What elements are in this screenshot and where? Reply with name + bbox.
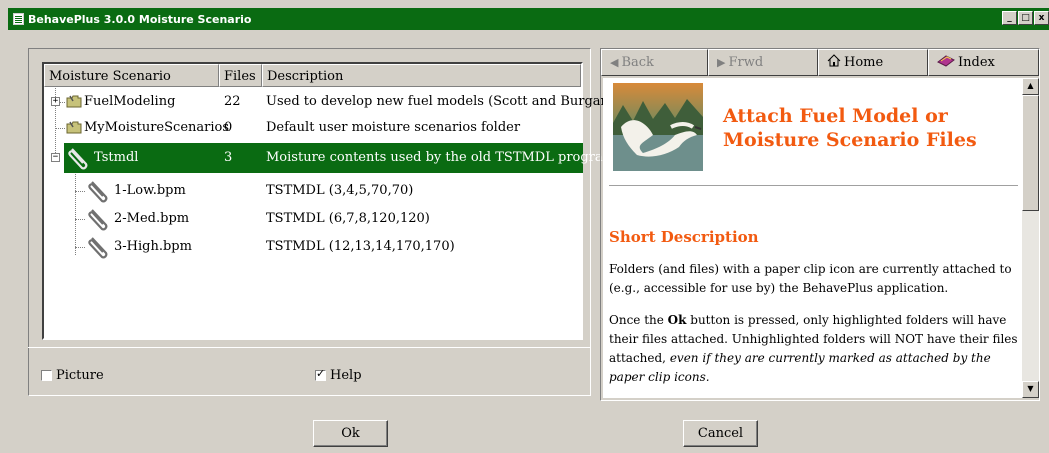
tree-row-file[interactable]: 1-Low.bpm TSTMDL (3,4,5,70,70) xyxy=(44,177,581,205)
home-icon xyxy=(827,54,841,71)
maximize-button[interactable]: □ xyxy=(1018,11,1033,25)
help-content[interactable]: Attach Fuel Model or Moisture Scenario F… xyxy=(603,78,1022,398)
help-section-heading: Short Description xyxy=(609,228,759,246)
home-label: Home xyxy=(844,55,884,70)
column-header-scenario[interactable]: Moisture Scenario xyxy=(44,64,219,87)
picture-checkbox[interactable] xyxy=(41,370,52,381)
column-header-description[interactable]: Description xyxy=(262,64,581,87)
scenario-description: Moisture contents used by the old TSTMDL… xyxy=(266,150,620,165)
back-label: Back xyxy=(621,55,654,70)
picture-label: Picture xyxy=(56,368,104,383)
paper-clip-icon xyxy=(86,234,112,260)
help-paragraph-1: Folders (and files) with a paper clip ic… xyxy=(609,262,1012,295)
scenario-description: Used to develop new fuel models (Scott a… xyxy=(266,94,614,109)
folder-clip-icon xyxy=(66,95,82,108)
close-button[interactable]: x xyxy=(1034,11,1049,25)
column-header-files[interactable]: Files xyxy=(219,64,262,87)
file-description: TSTMDL (6,7,8,120,120) xyxy=(266,211,430,226)
help-title: Attach Fuel Model or Moisture Scenario F… xyxy=(723,105,977,151)
window-title: BehavePlus 3.0.0 Moisture Scenario xyxy=(28,12,252,26)
scenario-name: FuelModeling xyxy=(84,94,176,109)
tree-branch-line xyxy=(60,102,65,103)
help-para2-start: Once the xyxy=(609,313,668,327)
scenario-files-count: 22 xyxy=(224,94,241,109)
help-scrollbar[interactable]: ▲ ▼ xyxy=(1022,78,1039,398)
back-arrow-icon: ◀ xyxy=(610,56,619,69)
ok-button[interactable]: Ok xyxy=(313,420,388,447)
home-button[interactable]: Home xyxy=(818,49,928,76)
folder-clip-icon xyxy=(66,121,82,134)
minimize-button[interactable]: _ xyxy=(1002,11,1017,25)
swan-image xyxy=(613,83,703,171)
help-nav-bar: ◀ Back ▶ Frwd Home Index xyxy=(601,49,1039,76)
tree-branch-line xyxy=(75,191,85,192)
file-description: TSTMDL (3,4,5,70,70) xyxy=(266,183,414,198)
file-name: 2-Med.bpm xyxy=(114,211,190,226)
book-icon xyxy=(937,54,955,71)
tree-branch-line xyxy=(75,247,85,248)
options-strip xyxy=(28,347,591,396)
tree-branch-line xyxy=(75,219,85,220)
file-description: TSTMDL (12,13,14,170,170) xyxy=(266,239,455,254)
help-para2-bold: Ok xyxy=(667,313,687,327)
window-titlebar[interactable]: BehavePlus 3.0.0 Moisture Scenario _ □ x xyxy=(8,8,1049,30)
paper-clip-icon xyxy=(86,206,112,232)
collapse-minus-icon[interactable]: − xyxy=(51,153,60,162)
forward-arrow-icon: ▶ xyxy=(717,56,726,69)
scroll-thumb[interactable] xyxy=(1022,95,1039,211)
scroll-up-icon[interactable]: ▲ xyxy=(1022,78,1039,95)
help-checkbox[interactable] xyxy=(315,367,326,381)
help-divider xyxy=(609,185,1018,186)
scenario-files-count: 0 xyxy=(224,120,233,135)
back-button[interactable]: ◀ Back xyxy=(601,49,708,76)
scenario-name: MyMoistureScenarios xyxy=(84,120,229,135)
paper-clip-icon xyxy=(66,145,92,171)
forward-label: Frwd xyxy=(728,55,764,70)
index-label: Index xyxy=(958,55,995,70)
tree-row-tstmdl[interactable]: − Tstmdl 3 Moisture contents used by the… xyxy=(44,143,619,173)
tree-row-fuelmodeling[interactable]: + FuelModeling 22 Used to develop new fu… xyxy=(44,89,614,115)
picture-option[interactable]: Picture xyxy=(41,368,104,383)
help-label: Help xyxy=(330,368,362,383)
paper-clip-icon xyxy=(86,178,112,204)
tree-branch-line xyxy=(55,128,65,129)
index-button[interactable]: Index xyxy=(928,49,1039,76)
file-name: 1-Low.bpm xyxy=(114,183,186,198)
scenario-description: Default user moisture scenarios folder xyxy=(266,120,521,135)
tree-header: Moisture Scenario Files Description xyxy=(44,64,581,87)
cancel-button[interactable]: Cancel xyxy=(683,420,758,447)
forward-button[interactable]: ▶ Frwd xyxy=(708,49,818,76)
help-option[interactable]: Help xyxy=(315,367,362,383)
tree-row-mymoisturescenarios[interactable]: MyMoistureScenarios 0 Default user moist… xyxy=(44,115,581,141)
tree-row-file[interactable]: 2-Med.bpm TSTMDL (6,7,8,120,120) xyxy=(44,205,581,233)
file-name: 3-High.bpm xyxy=(114,239,192,254)
expand-plus-icon[interactable]: + xyxy=(51,97,60,106)
scenario-tree[interactable]: Moisture Scenario Files Description + Fu… xyxy=(42,62,619,340)
scenario-name: Tstmdl xyxy=(94,150,139,165)
app-document-icon xyxy=(13,13,24,25)
window-controls: _ □ x xyxy=(1002,11,1049,25)
scenario-files-count: 3 xyxy=(224,150,233,165)
scroll-down-icon[interactable]: ▼ xyxy=(1022,381,1039,398)
tree-row-file[interactable]: 3-High.bpm TSTMDL (12,13,14,170,170) xyxy=(44,233,581,261)
help-paragraph-2: Once the Ok button is pressed, only high… xyxy=(609,311,1021,387)
